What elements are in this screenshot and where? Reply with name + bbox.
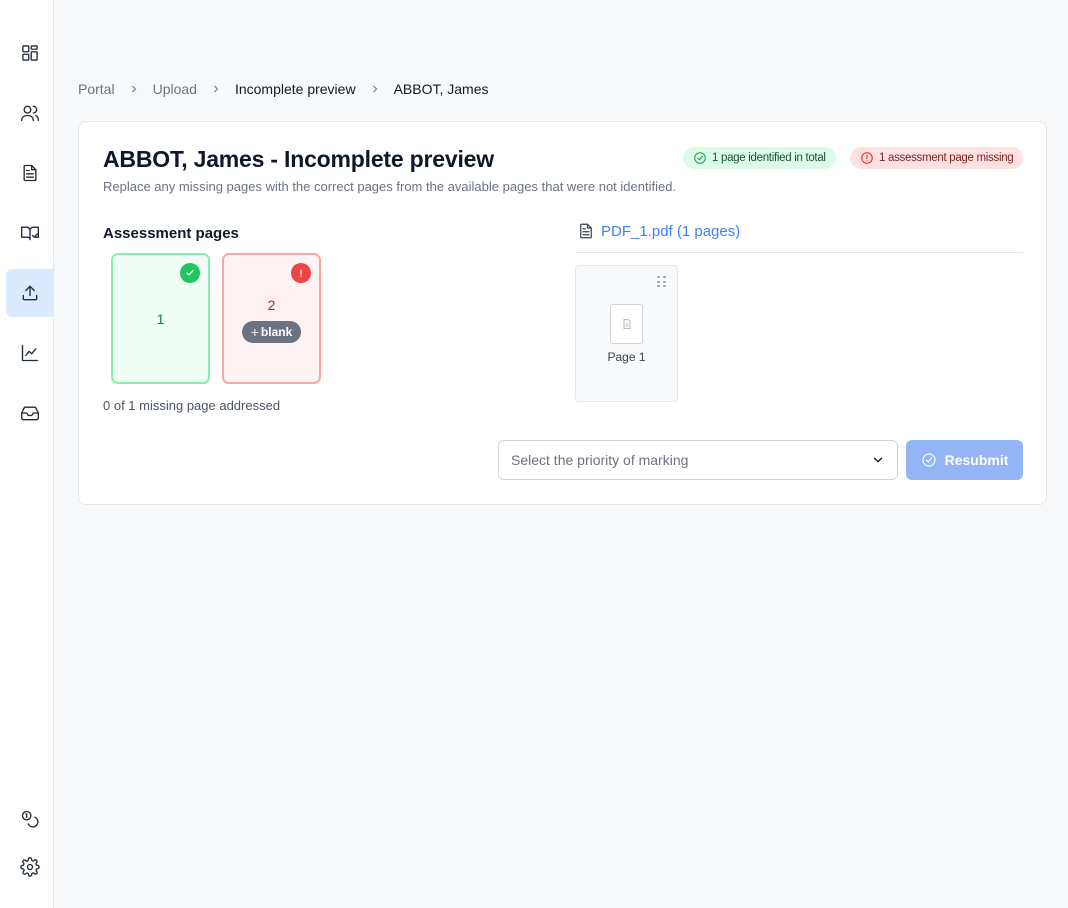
chevron-right-icon xyxy=(369,83,381,95)
chart-line-icon xyxy=(21,344,39,362)
coins-icon xyxy=(21,810,39,828)
missing-summary: 0 of 1 missing page addressed xyxy=(103,398,281,413)
resubmit-label: Resubmit xyxy=(944,452,1009,468)
mark-blank-button[interactable]: + blank xyxy=(242,321,301,343)
sidebar-item-upload[interactable] xyxy=(6,269,54,317)
resubmit-button[interactable]: Resubmit xyxy=(906,440,1023,480)
check-circle-icon xyxy=(921,453,936,467)
sidebar-item-analytics[interactable] xyxy=(6,329,54,377)
sidebar-item-inbox[interactable] xyxy=(6,389,54,437)
alert-circle-icon xyxy=(291,263,311,283)
page-title: ABBOT, James - Incomplete preview xyxy=(103,146,494,172)
identified-badge: 1 page identified in total xyxy=(683,147,836,169)
drag-handle-icon[interactable] xyxy=(657,276,666,288)
page-subtitle: Replace any missing pages with the corre… xyxy=(103,179,677,194)
file-icon xyxy=(623,319,630,329)
breadcrumb-portal[interactable]: Portal xyxy=(78,81,115,97)
chevron-right-icon xyxy=(210,83,222,95)
sidebar-item-settings[interactable] xyxy=(6,843,54,891)
book-check-icon xyxy=(21,226,39,241)
page-number: 1 xyxy=(156,311,165,327)
sidebar-item-assessments[interactable] xyxy=(6,209,54,257)
divider xyxy=(575,252,1023,253)
document-icon xyxy=(23,164,37,182)
priority-select-placeholder: Select the priority of marking xyxy=(511,452,689,468)
sidebar-item-credits[interactable] xyxy=(6,795,54,843)
chevron-right-icon xyxy=(128,83,140,95)
sidebar-item-documents[interactable] xyxy=(6,149,54,197)
page-number: 2 xyxy=(267,297,276,313)
chevron-down-icon xyxy=(873,457,883,463)
users-icon xyxy=(21,105,39,122)
sidebar-item-dashboard[interactable] xyxy=(6,29,54,77)
breadcrumb-incomplete-preview[interactable]: Incomplete preview xyxy=(235,81,356,97)
check-circle-icon xyxy=(180,263,200,283)
check-circle-icon xyxy=(694,152,706,164)
assessment-pages-heading: Assessment pages xyxy=(103,225,239,242)
plus-icon: + xyxy=(250,324,259,340)
upload-icon xyxy=(22,285,38,301)
assessment-page-tile[interactable]: 1 xyxy=(111,253,210,384)
mark-blank-label: blank xyxy=(260,325,293,339)
gear-icon xyxy=(20,857,40,877)
sidebar-item-users[interactable] xyxy=(6,89,54,137)
pdf-file-label: PDF_1.pdf (1 pages) xyxy=(601,222,741,240)
page-thumbnail xyxy=(610,304,643,344)
missing-badge: 1 assessment page missing xyxy=(850,147,1024,169)
inbox-icon xyxy=(21,406,39,421)
pdf-page-label: Page 1 xyxy=(607,350,646,364)
breadcrumb-student: ABBOT, James xyxy=(393,81,489,97)
missing-badge-label: 1 assessment page missing xyxy=(879,152,1014,164)
priority-select[interactable]: Select the priority of marking xyxy=(498,440,898,480)
dashboard-icon xyxy=(22,45,38,61)
file-text-icon xyxy=(580,223,592,239)
alert-circle-icon xyxy=(861,152,873,164)
pdf-file-link[interactable]: PDF_1.pdf (1 pages) xyxy=(577,222,740,240)
sidebar xyxy=(0,0,54,908)
preview-card: ABBOT, James - Incomplete preview Replac… xyxy=(78,121,1047,505)
breadcrumb: Portal Upload Incomplete preview ABBOT, … xyxy=(78,80,489,98)
pdf-page-card[interactable]: Page 1 xyxy=(575,265,678,402)
breadcrumb-upload[interactable]: Upload xyxy=(153,81,197,97)
identified-badge-label: 1 page identified in total xyxy=(712,152,826,164)
assessment-page-tile[interactable]: 2 + blank xyxy=(222,253,321,384)
